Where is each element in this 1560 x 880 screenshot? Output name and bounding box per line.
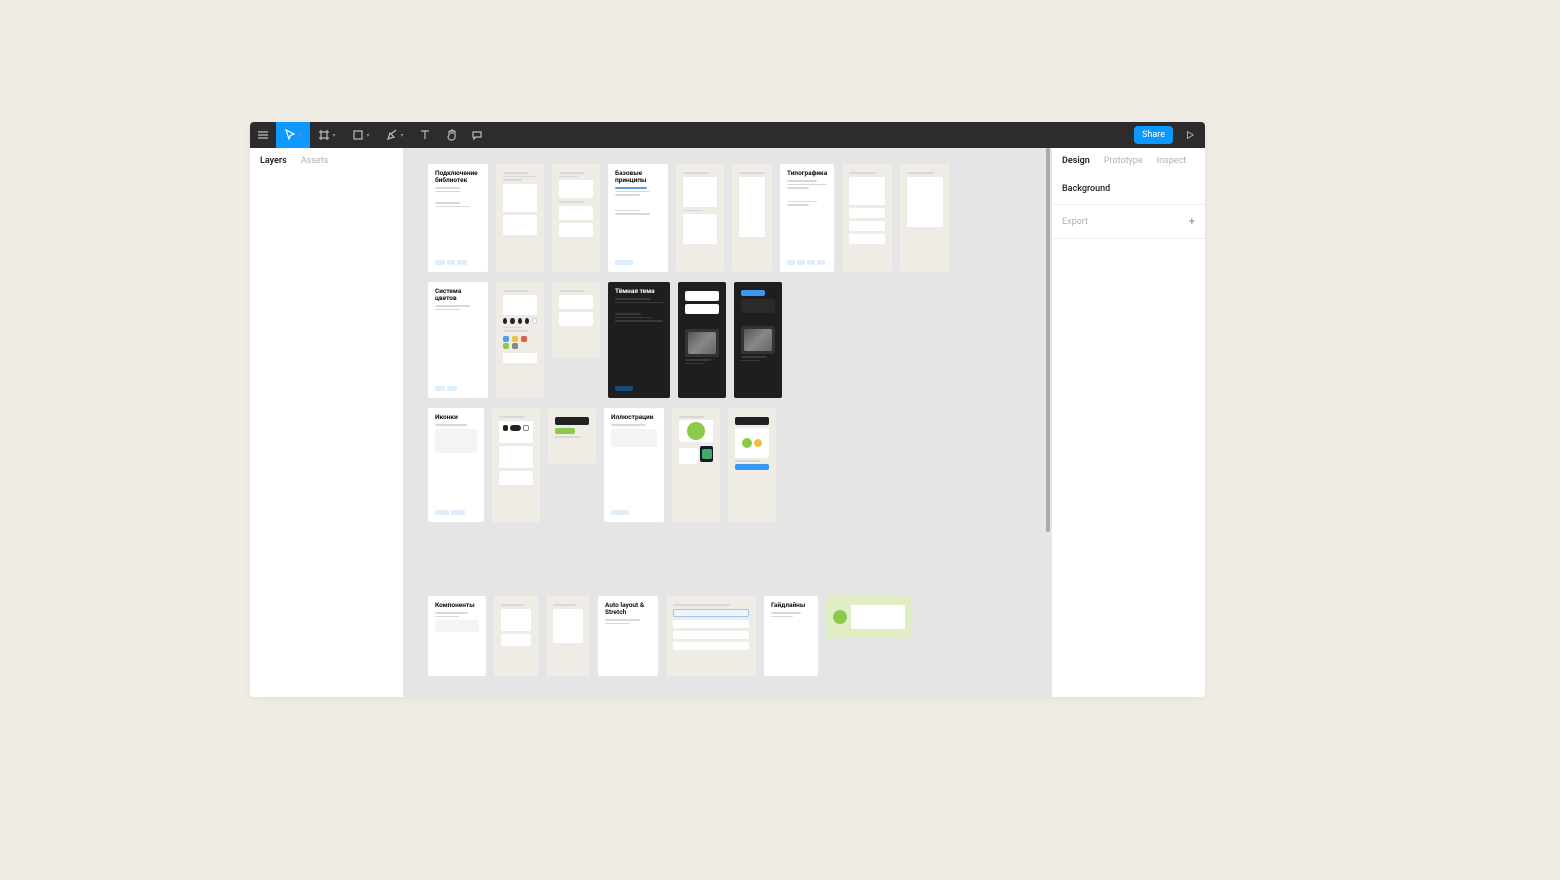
- comment-tool[interactable]: [464, 122, 490, 148]
- hand-tool[interactable]: [438, 122, 464, 148]
- background-label: Background: [1062, 184, 1110, 194]
- present-button[interactable]: [1179, 122, 1201, 148]
- canvas-row: Система цветов: [428, 282, 1027, 398]
- frame-thumb[interactable]: [734, 282, 782, 398]
- frame-thumb[interactable]: [900, 164, 950, 272]
- frame-dark-theme[interactable]: Тёмная тема: [608, 282, 670, 398]
- frame-thumb[interactable]: [552, 282, 600, 358]
- frame-title: Подключение библиотек: [435, 170, 481, 184]
- shape-tool[interactable]: ▾: [344, 122, 378, 148]
- hand-icon: [445, 129, 457, 141]
- frame-thumb[interactable]: [672, 408, 720, 522]
- chevron-down-icon: ▾: [332, 132, 335, 139]
- tab-inspect[interactable]: Inspect: [1157, 156, 1187, 166]
- share-label: Share: [1142, 130, 1165, 140]
- frame-thumb[interactable]: [666, 596, 756, 676]
- frame-title: Компоненты: [435, 602, 479, 609]
- cursor-icon: [284, 129, 296, 141]
- canvas-row: Подключение библиотек: [428, 164, 1027, 272]
- frame-icon: [318, 129, 330, 141]
- frame-icons[interactable]: Иконки: [428, 408, 484, 522]
- frame-title: Гайдлайны: [771, 602, 811, 609]
- chevron-down-icon: ▾: [366, 132, 369, 139]
- frame-thumb[interactable]: [496, 164, 544, 272]
- frame-title: Иллюстрации: [611, 414, 657, 421]
- export-section[interactable]: Export +: [1052, 205, 1205, 239]
- text-icon: [419, 129, 431, 141]
- frame-title: Типографика: [787, 170, 827, 177]
- frame-thumb[interactable]: [842, 164, 892, 272]
- frame-thumb[interactable]: [546, 596, 590, 676]
- frame-thumb[interactable]: [678, 282, 726, 398]
- chevron-down-icon: ▾: [298, 132, 301, 139]
- move-tool[interactable]: ▾: [276, 122, 310, 148]
- left-panel-tabs: Layers Assets: [250, 148, 403, 174]
- figma-window: ▾ ▾ ▾ ▾ Share: [250, 122, 1205, 697]
- frame-thumb[interactable]: [728, 408, 776, 522]
- background-section[interactable]: Background: [1052, 174, 1205, 205]
- comment-icon: [471, 129, 483, 141]
- right-panel: Design Prototype Inspect Background Expo…: [1051, 148, 1205, 697]
- menu-button[interactable]: [250, 122, 276, 148]
- frame-autolayout[interactable]: Auto layout & Stretch: [598, 596, 658, 676]
- menu-icon: [257, 129, 269, 141]
- frame-title: Auto layout & Stretch: [605, 602, 651, 616]
- play-icon: [1185, 130, 1195, 140]
- frame-thumb[interactable]: [676, 164, 724, 272]
- tab-layers[interactable]: Layers: [260, 156, 287, 166]
- canvas[interactable]: Подключение библиотек: [404, 148, 1051, 697]
- frame-title: Тёмная тема: [615, 288, 663, 295]
- tab-design[interactable]: Design: [1062, 156, 1090, 166]
- right-panel-tabs: Design Prototype Inspect: [1052, 148, 1205, 174]
- toolbar: ▾ ▾ ▾ ▾ Share: [250, 122, 1205, 148]
- tab-prototype[interactable]: Prototype: [1104, 156, 1143, 166]
- share-button[interactable]: Share: [1134, 126, 1173, 144]
- frame-thumb[interactable]: [552, 164, 600, 272]
- frame-thumb[interactable]: [826, 596, 912, 638]
- canvas-scrollbar[interactable]: [1045, 148, 1051, 697]
- frame-title: Иконки: [435, 414, 477, 421]
- frame-thumb[interactable]: [496, 282, 544, 398]
- scrollbar-thumb[interactable]: [1046, 148, 1050, 532]
- frame-tool[interactable]: ▾: [310, 122, 344, 148]
- frame-thumb[interactable]: [732, 164, 772, 272]
- pen-icon: [386, 129, 398, 141]
- frame-components[interactable]: Компоненты: [428, 596, 486, 676]
- rectangle-icon: [352, 129, 364, 141]
- canvas-row: Иконки: [428, 408, 1027, 522]
- frame-guidelines[interactable]: Гайдлайны: [764, 596, 818, 676]
- frame-title: Система цветов: [435, 288, 481, 302]
- export-label: Export: [1062, 217, 1088, 227]
- frame-thumb[interactable]: [494, 596, 538, 676]
- frame-illustrations[interactable]: Иллюстрации: [604, 408, 664, 522]
- left-panel: Layers Assets: [250, 148, 404, 697]
- frame-title: Базовые принципы: [615, 170, 661, 184]
- plus-icon[interactable]: +: [1189, 215, 1195, 228]
- main-area: Layers Assets Подключение библиотек: [250, 148, 1205, 697]
- chevron-down-icon: ▾: [400, 132, 403, 139]
- frame-typography[interactable]: Типографика: [780, 164, 834, 272]
- frame-thumb[interactable]: [548, 408, 596, 464]
- frame-colors[interactable]: Система цветов: [428, 282, 488, 398]
- frame-principles[interactable]: Базовые принципы: [608, 164, 668, 272]
- pen-tool[interactable]: ▾: [378, 122, 412, 148]
- frame-libraries[interactable]: Подключение библиотек: [428, 164, 488, 272]
- tab-assets[interactable]: Assets: [301, 156, 329, 166]
- canvas-row: Компоненты Auto layout & Stretch: [428, 596, 1027, 676]
- text-tool[interactable]: [412, 122, 438, 148]
- frame-thumb[interactable]: [492, 408, 540, 522]
